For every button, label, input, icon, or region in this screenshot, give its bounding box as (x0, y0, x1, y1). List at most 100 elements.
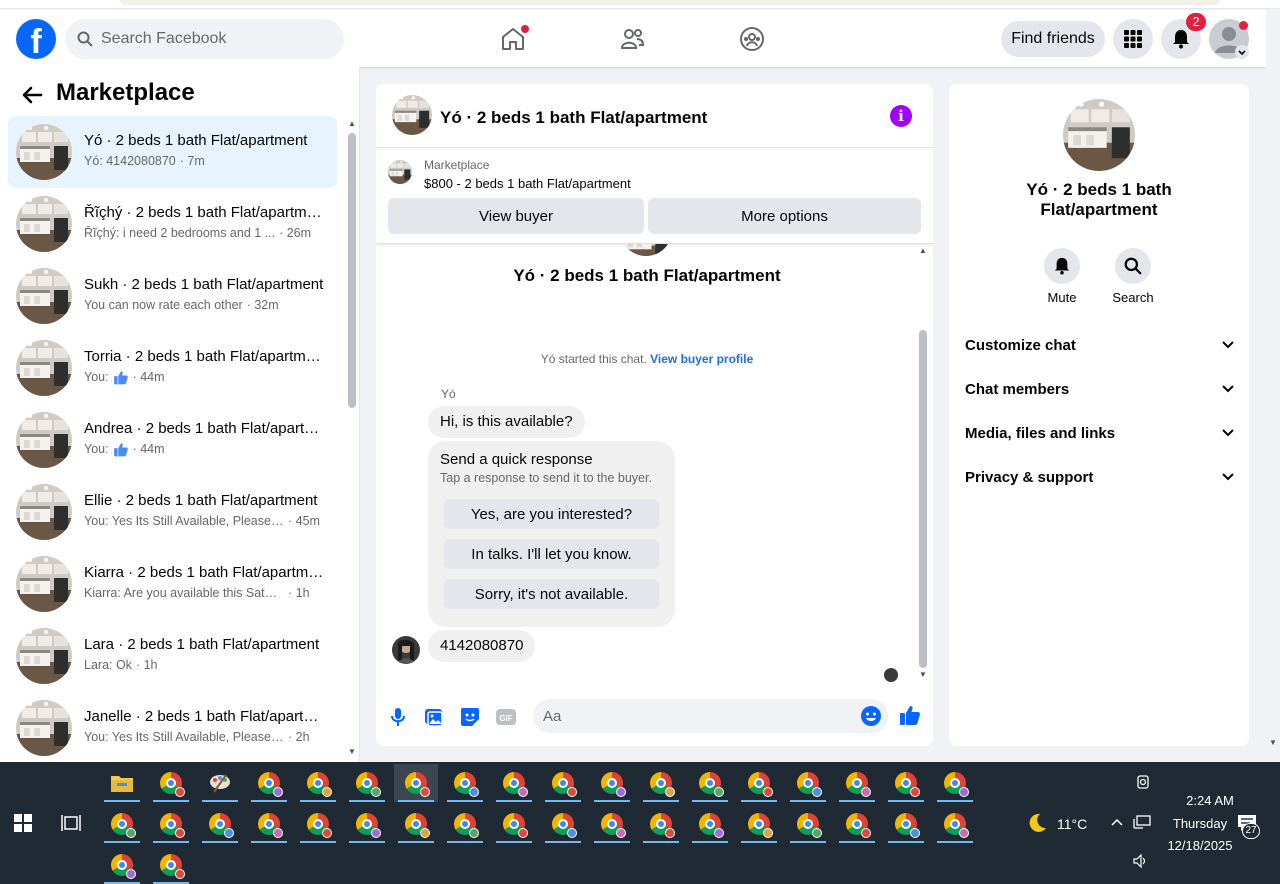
conversation-item[interactable]: Ellie · 2 beds 1 bath Flat/apartment You:… (8, 476, 337, 548)
chrome-taskbar-button[interactable] (541, 805, 585, 843)
chrome-taskbar-button[interactable] (492, 805, 536, 843)
page-scrollbar[interactable]: ▼ (1266, 10, 1280, 762)
photo-icon[interactable] (423, 706, 445, 728)
chrome-taskbar-button[interactable] (933, 764, 977, 802)
groups-nav-button[interactable] (732, 19, 772, 59)
more-options-button[interactable]: More options (648, 198, 921, 234)
chrome-taskbar-button[interactable] (786, 805, 830, 843)
chrome-taskbar-button[interactable] (541, 764, 585, 802)
facebook-logo[interactable]: f (16, 19, 56, 59)
conversation-item[interactable]: Andrea · 2 beds 1 bath Flat/apartment You… (8, 404, 337, 476)
conversation-item[interactable]: Sukh · 2 beds 1 bath Flat/apartment You c… (8, 260, 337, 332)
chrome-taskbar-button[interactable] (345, 764, 389, 802)
view-buyer-button[interactable]: View buyer (388, 198, 644, 234)
find-friends-button[interactable]: Find friends (1001, 21, 1105, 57)
details-avatar[interactable] (1063, 99, 1135, 171)
message-bubble[interactable]: 4142080870 (428, 630, 536, 662)
chrome-taskbar-button[interactable] (884, 805, 928, 843)
message-input[interactable] (533, 699, 888, 733)
chrome-taskbar-button[interactable] (296, 805, 340, 843)
meet-now-icon[interactable] (1136, 774, 1150, 790)
start-button[interactable] (0, 804, 46, 842)
chrome-taskbar-button[interactable] (590, 764, 634, 802)
listing-description[interactable]: $800 - 2 beds 1 bath Flat/apartment (424, 176, 631, 191)
listing-thumbnail[interactable] (388, 160, 412, 184)
chrome-taskbar-button[interactable] (345, 805, 389, 843)
chat-title[interactable]: Yó · 2 beds 1 bath Flat/apartment (440, 108, 707, 128)
chrome-taskbar-button[interactable] (737, 805, 781, 843)
chrome-taskbar-button[interactable] (149, 764, 193, 802)
chrome-taskbar-button[interactable] (688, 805, 732, 843)
chrome-icon (405, 772, 430, 797)
quick-response-in-talks-button[interactable]: In talks. I'll let you know. (444, 539, 659, 569)
chrome-taskbar-button[interactable] (786, 764, 830, 802)
chrome-taskbar-button[interactable] (394, 764, 438, 802)
gif-icon[interactable]: GIF (495, 706, 517, 728)
quick-response-not-available-button[interactable]: Sorry, it's not available. (444, 579, 659, 609)
chat-avatar[interactable] (392, 95, 432, 135)
clock-time[interactable]: 2:24 AM (1168, 793, 1252, 808)
clock-date[interactable]: 12/18/2025 (1158, 838, 1242, 853)
view-buyer-profile-link[interactable]: View buyer profile (650, 352, 753, 366)
chrome-taskbar-button[interactable] (100, 805, 144, 843)
chrome-taskbar-button[interactable] (737, 764, 781, 802)
chevron-up-icon[interactable] (1111, 817, 1123, 827)
privacy-support-section[interactable]: Privacy & support (965, 462, 1235, 492)
chrome-taskbar-button[interactable] (149, 846, 193, 884)
chrome-taskbar-button[interactable] (247, 764, 291, 802)
sender-avatar[interactable] (392, 636, 420, 664)
conversation-item[interactable]: Lara · 2 beds 1 bath Flat/apartment Lara:… (8, 620, 337, 692)
thumbs-up-icon[interactable] (899, 704, 921, 726)
chrome-taskbar-button[interactable] (100, 846, 144, 884)
chrome-taskbar-button[interactable] (639, 764, 683, 802)
menu-button[interactable] (1113, 19, 1153, 59)
chrome-taskbar-button[interactable] (688, 764, 732, 802)
volume-icon[interactable] (1133, 854, 1149, 868)
conversation-item[interactable]: Kiarra · 2 beds 1 bath Flat/apartment Kia… (8, 548, 337, 620)
chrome-taskbar-button[interactable] (198, 805, 242, 843)
chrome-taskbar-button[interactable] (639, 805, 683, 843)
chrome-taskbar-button[interactable] (443, 764, 487, 802)
chrome-taskbar-button[interactable] (149, 805, 193, 843)
info-icon[interactable]: i (890, 105, 912, 127)
conversation-item[interactable]: Řĩçhý · 2 beds 1 bath Flat/apartment Řĩçh… (8, 188, 337, 260)
chrome-taskbar-button[interactable] (247, 805, 291, 843)
conversation-item[interactable]: Yó · 2 beds 1 bath Flat/apartment Yó: 414… (8, 116, 337, 188)
network-icon[interactable] (1133, 815, 1151, 831)
chat-members-section[interactable]: Chat members (965, 374, 1235, 404)
chrome-taskbar-button[interactable] (394, 805, 438, 843)
chrome-taskbar-button[interactable] (884, 764, 928, 802)
chrome-taskbar-button[interactable] (835, 764, 879, 802)
chrome-taskbar-button[interactable] (590, 805, 634, 843)
weather-moon-icon[interactable] (1026, 812, 1048, 834)
home-nav-button[interactable] (493, 19, 533, 59)
sticker-icon[interactable] (459, 706, 481, 728)
message-bubble[interactable]: Hi, is this available? (428, 406, 585, 438)
file-explorer-taskbar-button[interactable] (100, 764, 144, 802)
paint-taskbar-button[interactable] (198, 764, 242, 802)
conversation-list-scrollbar[interactable]: ▲ ▼ (348, 119, 356, 759)
thread-scrollbar[interactable]: ▲ ▼ (918, 246, 928, 679)
task-view-button[interactable] (49, 804, 93, 842)
account-button[interactable] (1209, 19, 1249, 59)
chrome-taskbar-button[interactable] (443, 805, 487, 843)
conversation-item[interactable]: Torria · 2 beds 1 bath Flat/apartment You… (8, 332, 337, 404)
quick-response-yes-button[interactable]: Yes, are you interested? (444, 499, 659, 529)
chrome-taskbar-button[interactable] (933, 805, 977, 843)
microphone-icon[interactable] (387, 706, 409, 728)
conversation-item[interactable]: Janelle · 2 beds 1 bath Flat/apartment Yo… (8, 692, 337, 764)
search-action[interactable]: Search (1103, 248, 1163, 305)
emoji-icon[interactable] (860, 705, 882, 727)
chrome-taskbar-button[interactable] (835, 805, 879, 843)
chrome-taskbar-button[interactable] (492, 764, 536, 802)
search-box[interactable] (65, 19, 344, 59)
mute-action[interactable]: Mute (1032, 248, 1092, 305)
back-arrow-icon[interactable] (20, 83, 44, 107)
media-files-links-section[interactable]: Media, files and links (965, 418, 1235, 448)
chrome-taskbar-button[interactable] (296, 764, 340, 802)
clock-day[interactable]: Thursday (1158, 816, 1242, 831)
search-input[interactable] (101, 30, 321, 48)
friends-nav-button[interactable] (612, 19, 652, 59)
customize-chat-section[interactable]: Customize chat (965, 330, 1235, 360)
weather-temperature[interactable]: 11°C (1057, 816, 1087, 832)
